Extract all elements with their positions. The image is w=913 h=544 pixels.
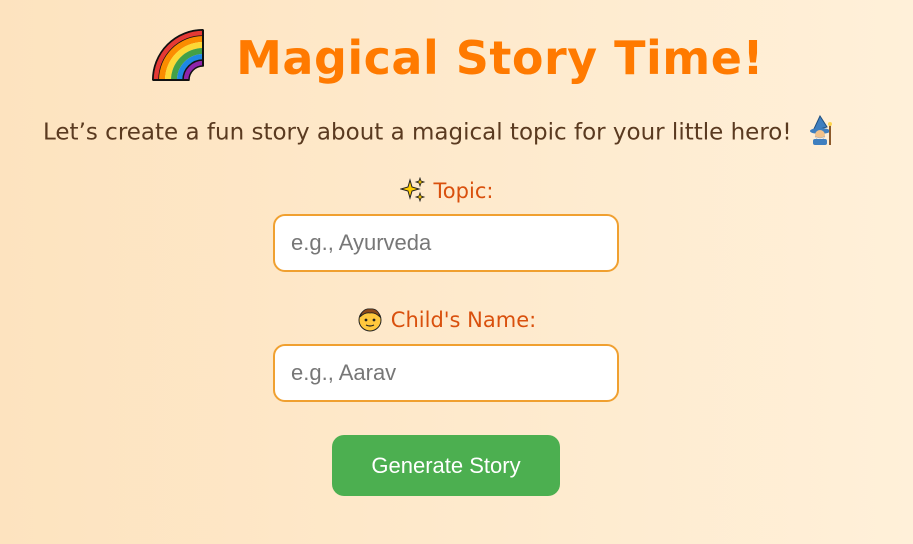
intro-label: Let’s create a fun story about a magical… <box>43 119 792 146</box>
intro-text: Let’s create a fun story about a magical… <box>43 115 883 148</box>
page-title: Magical Story Time! <box>236 31 764 85</box>
page-header: Magical Story Time! <box>0 29 913 86</box>
child-face-icon <box>358 308 382 332</box>
child-name-input[interactable] <box>273 344 619 402</box>
child-name-label: Child's Name: <box>0 308 893 334</box>
child-name-label-text: Child's Name: <box>390 308 537 332</box>
topic-input[interactable] <box>273 214 619 272</box>
rainbow-icon <box>152 29 205 81</box>
sparkles-icon <box>399 177 425 203</box>
wizard-icon <box>809 115 832 145</box>
generate-story-button[interactable]: Generate Story <box>332 435 560 496</box>
topic-label-text: Topic: <box>433 179 494 203</box>
topic-label: Topic: <box>0 177 893 205</box>
